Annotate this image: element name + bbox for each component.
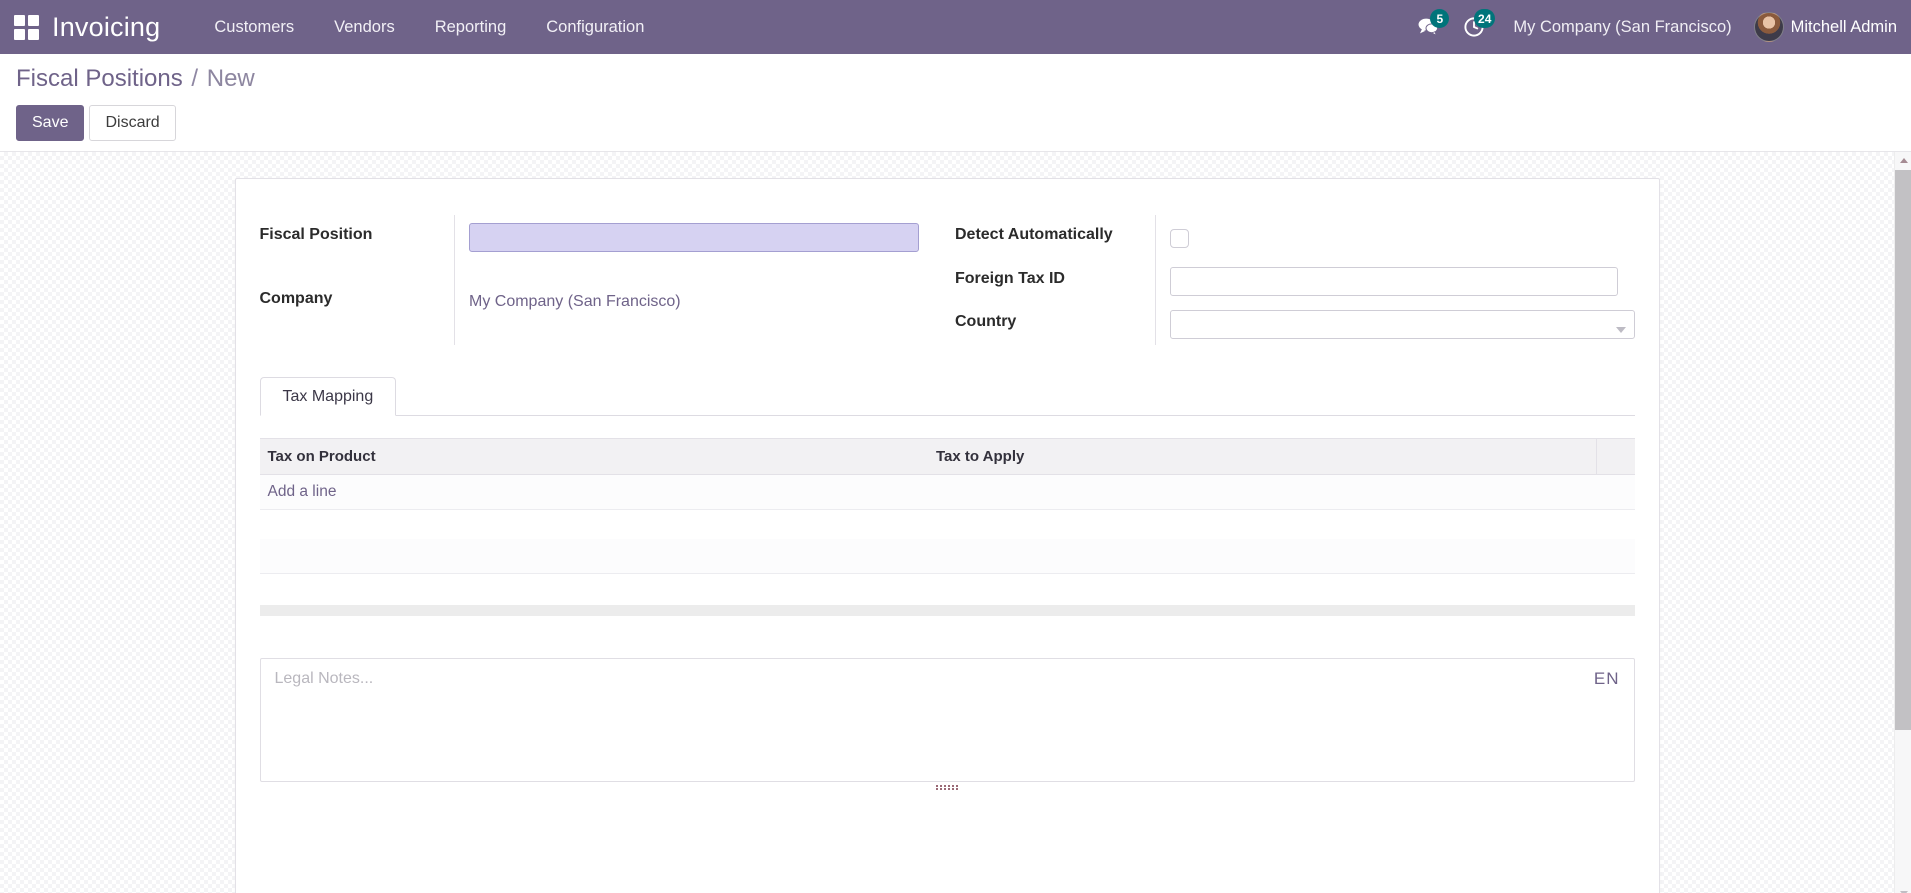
table-header-row: Tax on Product Tax to Apply [259,437,1635,475]
notebook-tabs: Tax Mapping [259,376,1635,416]
legal-notes-placeholder: Legal Notes... [274,670,374,688]
table-body: Add a line [259,474,1635,604]
fiscal-position-label: Fiscal Position [259,225,373,243]
control-panel: Fiscal Positions / New Save Discard [0,54,1911,152]
chevron-up-icon [1899,157,1908,163]
scrollbar-thumb[interactable] [1895,169,1911,730]
notebook: Tax Mapping Tax on Product Tax to Apply [259,376,1635,617]
foreign-tax-id-label: Foreign Tax ID [955,269,1065,287]
top-navbar: Invoicing Customers Vendors Reporting Co… [0,0,1911,54]
column-header-tax-to-apply[interactable]: Tax to Apply [928,437,1597,475]
main-menu: Customers Vendors Reporting Configuratio… [194,0,664,54]
form-action-buttons: Save Discard [16,105,1895,141]
table-empty-row [259,539,1635,574]
company-switcher[interactable]: My Company (San Francisco) [1497,18,1747,37]
navbar-right-zone: 5 24 My Company (San Francisco) Mitchell… [1405,0,1911,54]
menu-item-vendors[interactable]: Vendors [314,0,415,54]
tax-mapping-table: Tax on Product Tax to Apply Add a line [259,437,1635,604]
tab-tax-mapping[interactable]: Tax Mapping [259,376,397,416]
foreign-tax-id-input[interactable] [1169,266,1618,296]
legal-notes-block: Legal Notes... EN [259,658,1635,791]
form-group-right: Detect Automatically Foreign Tax ID Coun… [955,214,1635,345]
resize-handle[interactable] [936,785,958,791]
content-area: Fiscal Position Company My Company (San … [0,151,1911,893]
scroll-down-button[interactable] [1895,885,1911,893]
form-group-left: Fiscal Position Company My Company (San … [259,214,939,345]
table-horizontal-scrollbar[interactable] [259,605,1635,617]
field-row-detect-automatically: Detect Automatically [955,214,1635,259]
user-menu[interactable]: Mitchell Admin [1748,12,1897,42]
field-row-company: Company My Company (San Francisco) [259,279,939,345]
table-spacer-row-2 [259,573,1635,604]
table-spacer-row [259,509,1635,540]
form-fields-grid: Fiscal Position Company My Company (San … [260,205,1635,359]
detect-automatically-label: Detect Automatically [955,225,1113,243]
avatar [1753,12,1784,42]
activities-button[interactable]: 24 [1451,0,1497,54]
legal-notes-field[interactable]: Legal Notes... EN [259,658,1635,783]
app-brand-invoicing[interactable]: Invoicing [52,12,160,43]
field-row-country: Country [955,301,1635,345]
column-header-actions [1596,437,1635,475]
add-a-line-link[interactable]: Add a line [268,483,337,500]
breadcrumb-separator: / [191,65,199,92]
activities-badge: 24 [1474,9,1496,28]
page-vertical-scrollbar[interactable] [1894,151,1911,893]
field-row-fiscal-position: Fiscal Position [259,214,939,280]
messages-button[interactable]: 5 [1405,0,1451,54]
menu-item-reporting[interactable]: Reporting [415,0,527,54]
fiscal-position-input[interactable] [469,222,919,252]
scroll-up-button[interactable] [1895,152,1911,169]
menu-item-customers[interactable]: Customers [194,0,314,54]
apps-menu-button[interactable] [0,0,52,54]
add-line-cell: Add a line [259,474,1635,510]
apps-grid-icon [13,14,39,40]
country-select-wrapper [1169,309,1635,339]
table-head: Tax on Product Tax to Apply [259,437,1635,475]
language-tag-en[interactable]: EN [1594,669,1620,689]
field-row-foreign-tax-id: Foreign Tax ID [955,258,1635,302]
breadcrumb-current: New [206,65,255,92]
save-button[interactable]: Save [16,105,85,141]
company-label: Company [259,290,333,308]
company-value-link[interactable]: My Company (San Francisco) [469,287,681,317]
column-header-tax-on-product[interactable]: Tax on Product [259,437,928,475]
breadcrumb-root-link[interactable]: Fiscal Positions [16,65,183,92]
country-label: Country [955,312,1017,330]
add-line-row: Add a line [259,474,1635,510]
discard-button[interactable]: Discard [89,105,176,141]
sheet-scroll-container: Fiscal Position Company My Company (San … [0,152,1894,893]
detect-automatically-checkbox[interactable] [1169,228,1189,248]
messages-badge: 5 [1430,9,1450,28]
tax-mapping-list: Tax on Product Tax to Apply Add a line [259,437,1635,617]
menu-item-configuration[interactable]: Configuration [526,0,664,54]
breadcrumb: Fiscal Positions / New [16,65,1895,92]
form-sheet: Fiscal Position Company My Company (San … [234,177,1660,893]
country-input[interactable] [1169,309,1635,339]
user-name-label: Mitchell Admin [1790,17,1897,36]
